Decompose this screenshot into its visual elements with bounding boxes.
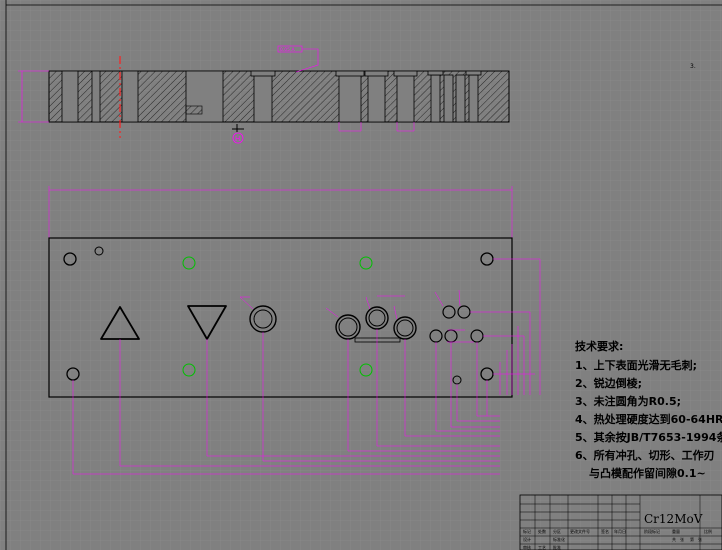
title-cell-10: 重量 [672,528,680,534]
notes-title: 技术要求: [575,340,624,353]
note-item-2: 2、锐边倒棱; [575,377,643,390]
title-cell-18: 张 [698,536,702,542]
note-item-1: 1、上下表面光滑无毛刺; [575,359,698,372]
title-cell-3: 分区 [553,528,561,534]
title-cell-14: 批准 [553,544,561,550]
title-cell-15: 共 [672,536,676,542]
title-cell-5: 签名 [601,528,609,534]
note-item-3: 3、未注圆角为R0.5; [575,395,682,408]
title-cell-4: 更改文件号 [570,528,590,534]
title-cell-17: 第 [690,536,694,542]
section-marker-label: H [235,135,240,143]
title-cell-16: 张 [680,536,684,542]
title-cell-7: 设计 [523,536,531,542]
note-item-4: 4、热处理硬度达到60-64HR [575,413,722,426]
section-small-pocket [185,105,203,115]
title-cell-2: 处数 [538,528,546,534]
title-cell-11: 比例 [704,528,712,534]
title-cell-1: 标记 [523,528,531,534]
title-cell-6: 年月日 [614,528,626,534]
corner-mark: 3. [690,63,696,70]
title-cell-9: 阶段标记 [644,528,660,534]
title-cell-13: 工艺 [538,545,546,550]
title-cell-8: 标准化 [553,536,565,542]
note-item-5: 5、其余按JB/T7653-1994条 [575,431,722,444]
tolerance-value: 0.05 A [280,47,295,53]
note-item-6: 6、所有冲孔、切形、工作刃 [575,449,715,462]
material-label: Cr12MoV [644,512,703,526]
note-item-7: 与凸模配作留间隙0.1~ [589,467,706,480]
title-cell-12: 审核 [523,544,531,550]
